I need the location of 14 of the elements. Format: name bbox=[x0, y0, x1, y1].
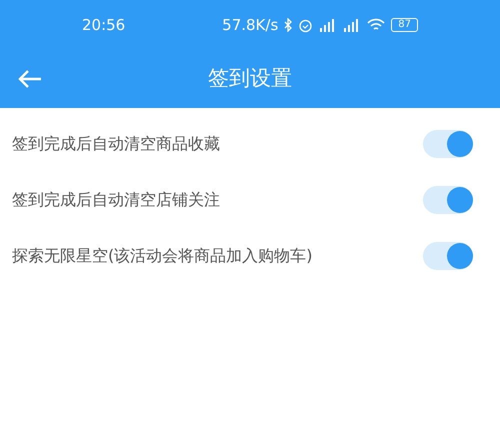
bluetooth-icon bbox=[284, 18, 292, 32]
network-speed: 57.8K/s bbox=[222, 14, 278, 36]
toggle-switch[interactable] bbox=[423, 186, 473, 214]
alarm-icon bbox=[298, 18, 314, 32]
page-title: 签到设置 bbox=[208, 65, 292, 92]
back-arrow-icon[interactable] bbox=[18, 70, 42, 88]
battery-indicator: 87 bbox=[391, 18, 418, 32]
toggle-switch[interactable] bbox=[423, 242, 473, 270]
setting-label: 探索无限星空(该活动会将商品加入购物车) bbox=[12, 245, 312, 267]
wifi-icon bbox=[367, 18, 386, 32]
setting-label: 签到完成后自动清空商品收藏 bbox=[12, 133, 220, 155]
toggle-switch[interactable] bbox=[423, 130, 473, 158]
setting-label: 签到完成后自动清空店铺关注 bbox=[12, 189, 220, 211]
status-time: 20:56 bbox=[82, 14, 126, 36]
